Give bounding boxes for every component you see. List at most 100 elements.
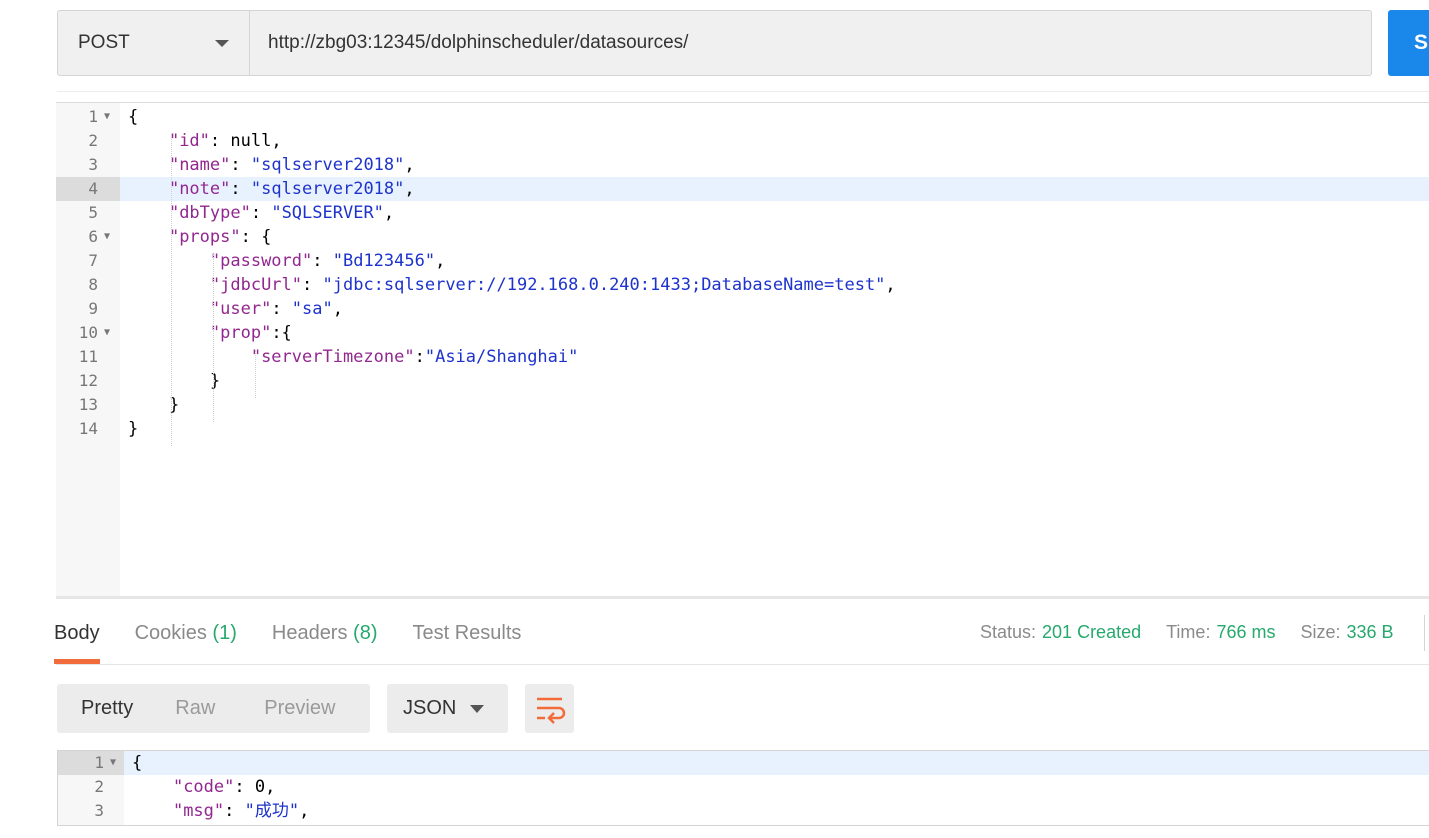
line-number: 1: [94, 753, 104, 772]
method-label: POST: [78, 32, 130, 53]
size-label: Size:: [1300, 622, 1341, 642]
view-mode-group: Pretty Raw Preview: [57, 684, 370, 733]
code-text: }: [128, 369, 220, 393]
json-punct: {: [132, 753, 143, 773]
fold-arrow-icon[interactable]: ▼: [104, 321, 110, 345]
tab-test-results[interactable]: Test Results: [413, 622, 522, 662]
format-value: JSON: [403, 697, 457, 719]
code-line[interactable]: 2 "code": 0,: [58, 775, 1429, 799]
status-label: Status:: [980, 622, 1037, 642]
json-string: "SQLSERVER": [271, 203, 384, 223]
url-input[interactable]: http://zbg03:12345/dolphinscheduler/data…: [250, 11, 1371, 75]
json-punct: ,: [404, 179, 415, 199]
json-punct: :: [224, 801, 245, 821]
response-body-editor[interactable]: 1 ▼{2 "code": 0, 3 "msg": "成功",: [57, 750, 1429, 826]
code-text: {: [132, 751, 142, 775]
view-preview-button[interactable]: Preview: [264, 697, 335, 720]
code-text: "msg": "成功",: [132, 799, 309, 823]
tab-cookies[interactable]: Cookies (1): [135, 622, 237, 662]
chevron-down-icon: [215, 40, 229, 47]
time-label: Time:: [1166, 622, 1211, 642]
response-meta: Status: 201 Created Time: 766 ms Size: 3…: [980, 622, 1419, 643]
divider: [1424, 615, 1425, 651]
code-text: "password": "Bd123456",: [128, 249, 445, 273]
json-punct: :: [230, 155, 251, 175]
code-text: "id": null,: [128, 129, 282, 153]
format-select[interactable]: JSON: [387, 684, 508, 733]
code-line[interactable]: 2 "id": null,: [56, 129, 1429, 153]
json-punct: : 0,: [234, 777, 276, 797]
json-punct: }: [128, 419, 139, 439]
fold-arrow-icon[interactable]: ▼: [110, 751, 116, 775]
url-text: http://zbg03:12345/dolphinscheduler/data…: [268, 32, 689, 53]
json-punct: [128, 227, 169, 247]
json-key: "prop": [209, 323, 272, 343]
status-value[interactable]: 201 Created: [1042, 622, 1141, 643]
json-punct: :: [271, 299, 292, 319]
line-number: 9: [88, 299, 98, 318]
code-line[interactable]: 1 ▼ {: [56, 105, 1429, 129]
json-punct: [128, 203, 169, 223]
json-punct: :: [312, 251, 333, 271]
view-pretty-button[interactable]: Pretty: [81, 697, 133, 720]
code-line[interactable]: 6 ▼ "props": {: [56, 225, 1429, 249]
json-string: "sa": [291, 299, 333, 319]
view-raw-button[interactable]: Raw: [175, 697, 215, 720]
fold-arrow-icon[interactable]: ▼: [104, 225, 110, 249]
code-line[interactable]: 12 }: [56, 369, 1429, 393]
line-number: 5: [88, 203, 98, 222]
json-key: "user": [209, 299, 272, 319]
cookies-count: (1): [212, 622, 237, 644]
code-line[interactable]: 10 ▼ "prop":{: [56, 321, 1429, 345]
code-line[interactable]: 8 "jdbcUrl": "jdbc:sqlserver://192.168.0…: [56, 273, 1429, 297]
fold-arrow-icon[interactable]: ▼: [104, 105, 110, 129]
code-line[interactable]: 4 "note": "sqlserver2018",: [56, 177, 1429, 201]
request-body-editor[interactable]: 1 ▼{2 "id": null, 3 "name": "sqlserver2018…: [56, 102, 1429, 596]
json-string: "sqlserver2018": [250, 155, 405, 175]
pane-divider[interactable]: [56, 596, 1429, 599]
code-line[interactable]: 7 "password": "Bd123456",: [56, 249, 1429, 273]
code-line[interactable]: 3 "name": "sqlserver2018",: [56, 153, 1429, 177]
line-number: 3: [88, 155, 98, 174]
line-number: 2: [94, 777, 104, 796]
code-line[interactable]: 5 "dbType": "SQLSERVER",: [56, 201, 1429, 225]
time-value[interactable]: 766 ms: [1216, 622, 1275, 643]
json-string: "jdbc:sqlserver://192.168.0.240:1433;Dat…: [322, 275, 886, 295]
tab-headers-label: Headers: [271, 622, 348, 644]
json-key: "name": [168, 155, 231, 175]
method-select[interactable]: POST: [58, 11, 250, 75]
line-number: 4: [88, 179, 98, 198]
json-key: "msg": [172, 801, 225, 821]
json-punct: [128, 131, 169, 151]
code-text: "prop":{: [128, 321, 292, 345]
code-line[interactable]: 3 "msg": "成功",: [58, 799, 1429, 823]
tab-body[interactable]: Body: [54, 622, 100, 664]
send-button[interactable]: S: [1388, 10, 1429, 76]
json-punct: [132, 777, 173, 797]
json-key: "props": [168, 227, 241, 247]
code-text: {: [128, 105, 138, 129]
line-number: 2: [88, 131, 98, 150]
json-punct: [132, 801, 173, 821]
wrap-lines-button[interactable]: [525, 684, 574, 733]
line-number: 7: [88, 251, 98, 270]
request-bar: POST http://zbg03:12345/dolphinscheduler…: [57, 10, 1372, 76]
send-label: S: [1414, 31, 1429, 54]
code-text: "jdbcUrl": "jdbc:sqlserver://192.168.0.2…: [128, 273, 896, 297]
line-number: 6: [88, 227, 98, 246]
code-line[interactable]: 14}: [56, 417, 1429, 441]
json-punct: :: [302, 275, 323, 295]
code-line[interactable]: 13 }: [56, 393, 1429, 417]
json-punct: [128, 323, 210, 343]
json-string: "sqlserver2018": [250, 179, 405, 199]
json-punct: ,: [299, 801, 310, 821]
divider: [57, 91, 1429, 92]
json-string: "Bd123456": [332, 251, 436, 271]
tab-headers[interactable]: Headers (8): [272, 622, 378, 662]
code-line[interactable]: 1 ▼ {: [58, 751, 1429, 775]
code-line[interactable]: 9 "user": "sa",: [56, 297, 1429, 321]
json-punct: ,: [404, 155, 415, 175]
code-line[interactable]: 11 "serverTimezone":"Asia/Shanghai": [56, 345, 1429, 369]
line-number: 3: [94, 801, 104, 820]
size-value[interactable]: 336 B: [1347, 622, 1394, 643]
